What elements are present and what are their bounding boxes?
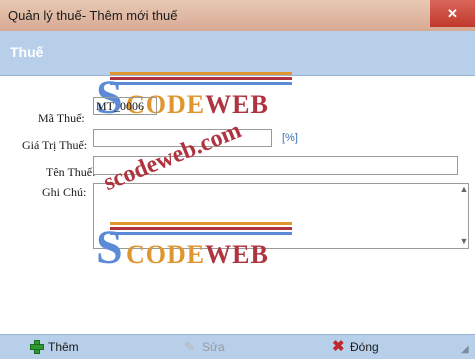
close-button-label: Đóng — [350, 340, 379, 354]
panel-title: Thuế — [10, 44, 44, 60]
resize-grip-icon[interactable]: ◢ — [461, 344, 473, 356]
add-button-label: Thêm — [48, 340, 79, 354]
close-icon: ✕ — [447, 5, 458, 21]
footer-toolbar: Thêm ✎ Sửa ✖ Đóng — [0, 334, 475, 359]
plus-icon — [30, 340, 44, 354]
edit-button[interactable]: ✎ Sửa — [184, 339, 225, 355]
gia-tri-thue-label: Giá Trị Thuế: — [22, 138, 88, 152]
window-close-button[interactable]: ✕ — [430, 0, 475, 27]
window-title: Quản lý thuế- Thêm mới thuế — [8, 8, 178, 23]
edit-button-label: Sửa — [202, 340, 225, 354]
ghi-chu-textarea[interactable] — [93, 183, 469, 249]
ten-thue-input[interactable] — [93, 156, 458, 175]
panel-header: Thuế — [0, 31, 475, 76]
window-title-bar: Quản lý thuế- Thêm mới thuế ✕ — [0, 0, 475, 31]
scroll-up-icon[interactable]: ▲ — [459, 184, 469, 196]
ten-thue-label: Tên Thuế: — [46, 165, 96, 179]
ghi-chu-label: Ghi Chú: — [42, 185, 87, 199]
ma-thue-input[interactable] — [93, 97, 157, 115]
x-icon: ✖ — [332, 338, 345, 355]
scroll-down-icon[interactable]: ▼ — [459, 236, 469, 248]
close-button[interactable]: ✖ Đóng — [332, 339, 379, 355]
add-button[interactable]: Thêm — [30, 339, 79, 355]
gia-tri-unit: [%] — [282, 132, 298, 144]
ma-thue-label: Mã Thuế: — [38, 111, 85, 125]
gia-tri-thue-input[interactable] — [93, 129, 272, 147]
pencil-icon: ✎ — [184, 339, 195, 354]
